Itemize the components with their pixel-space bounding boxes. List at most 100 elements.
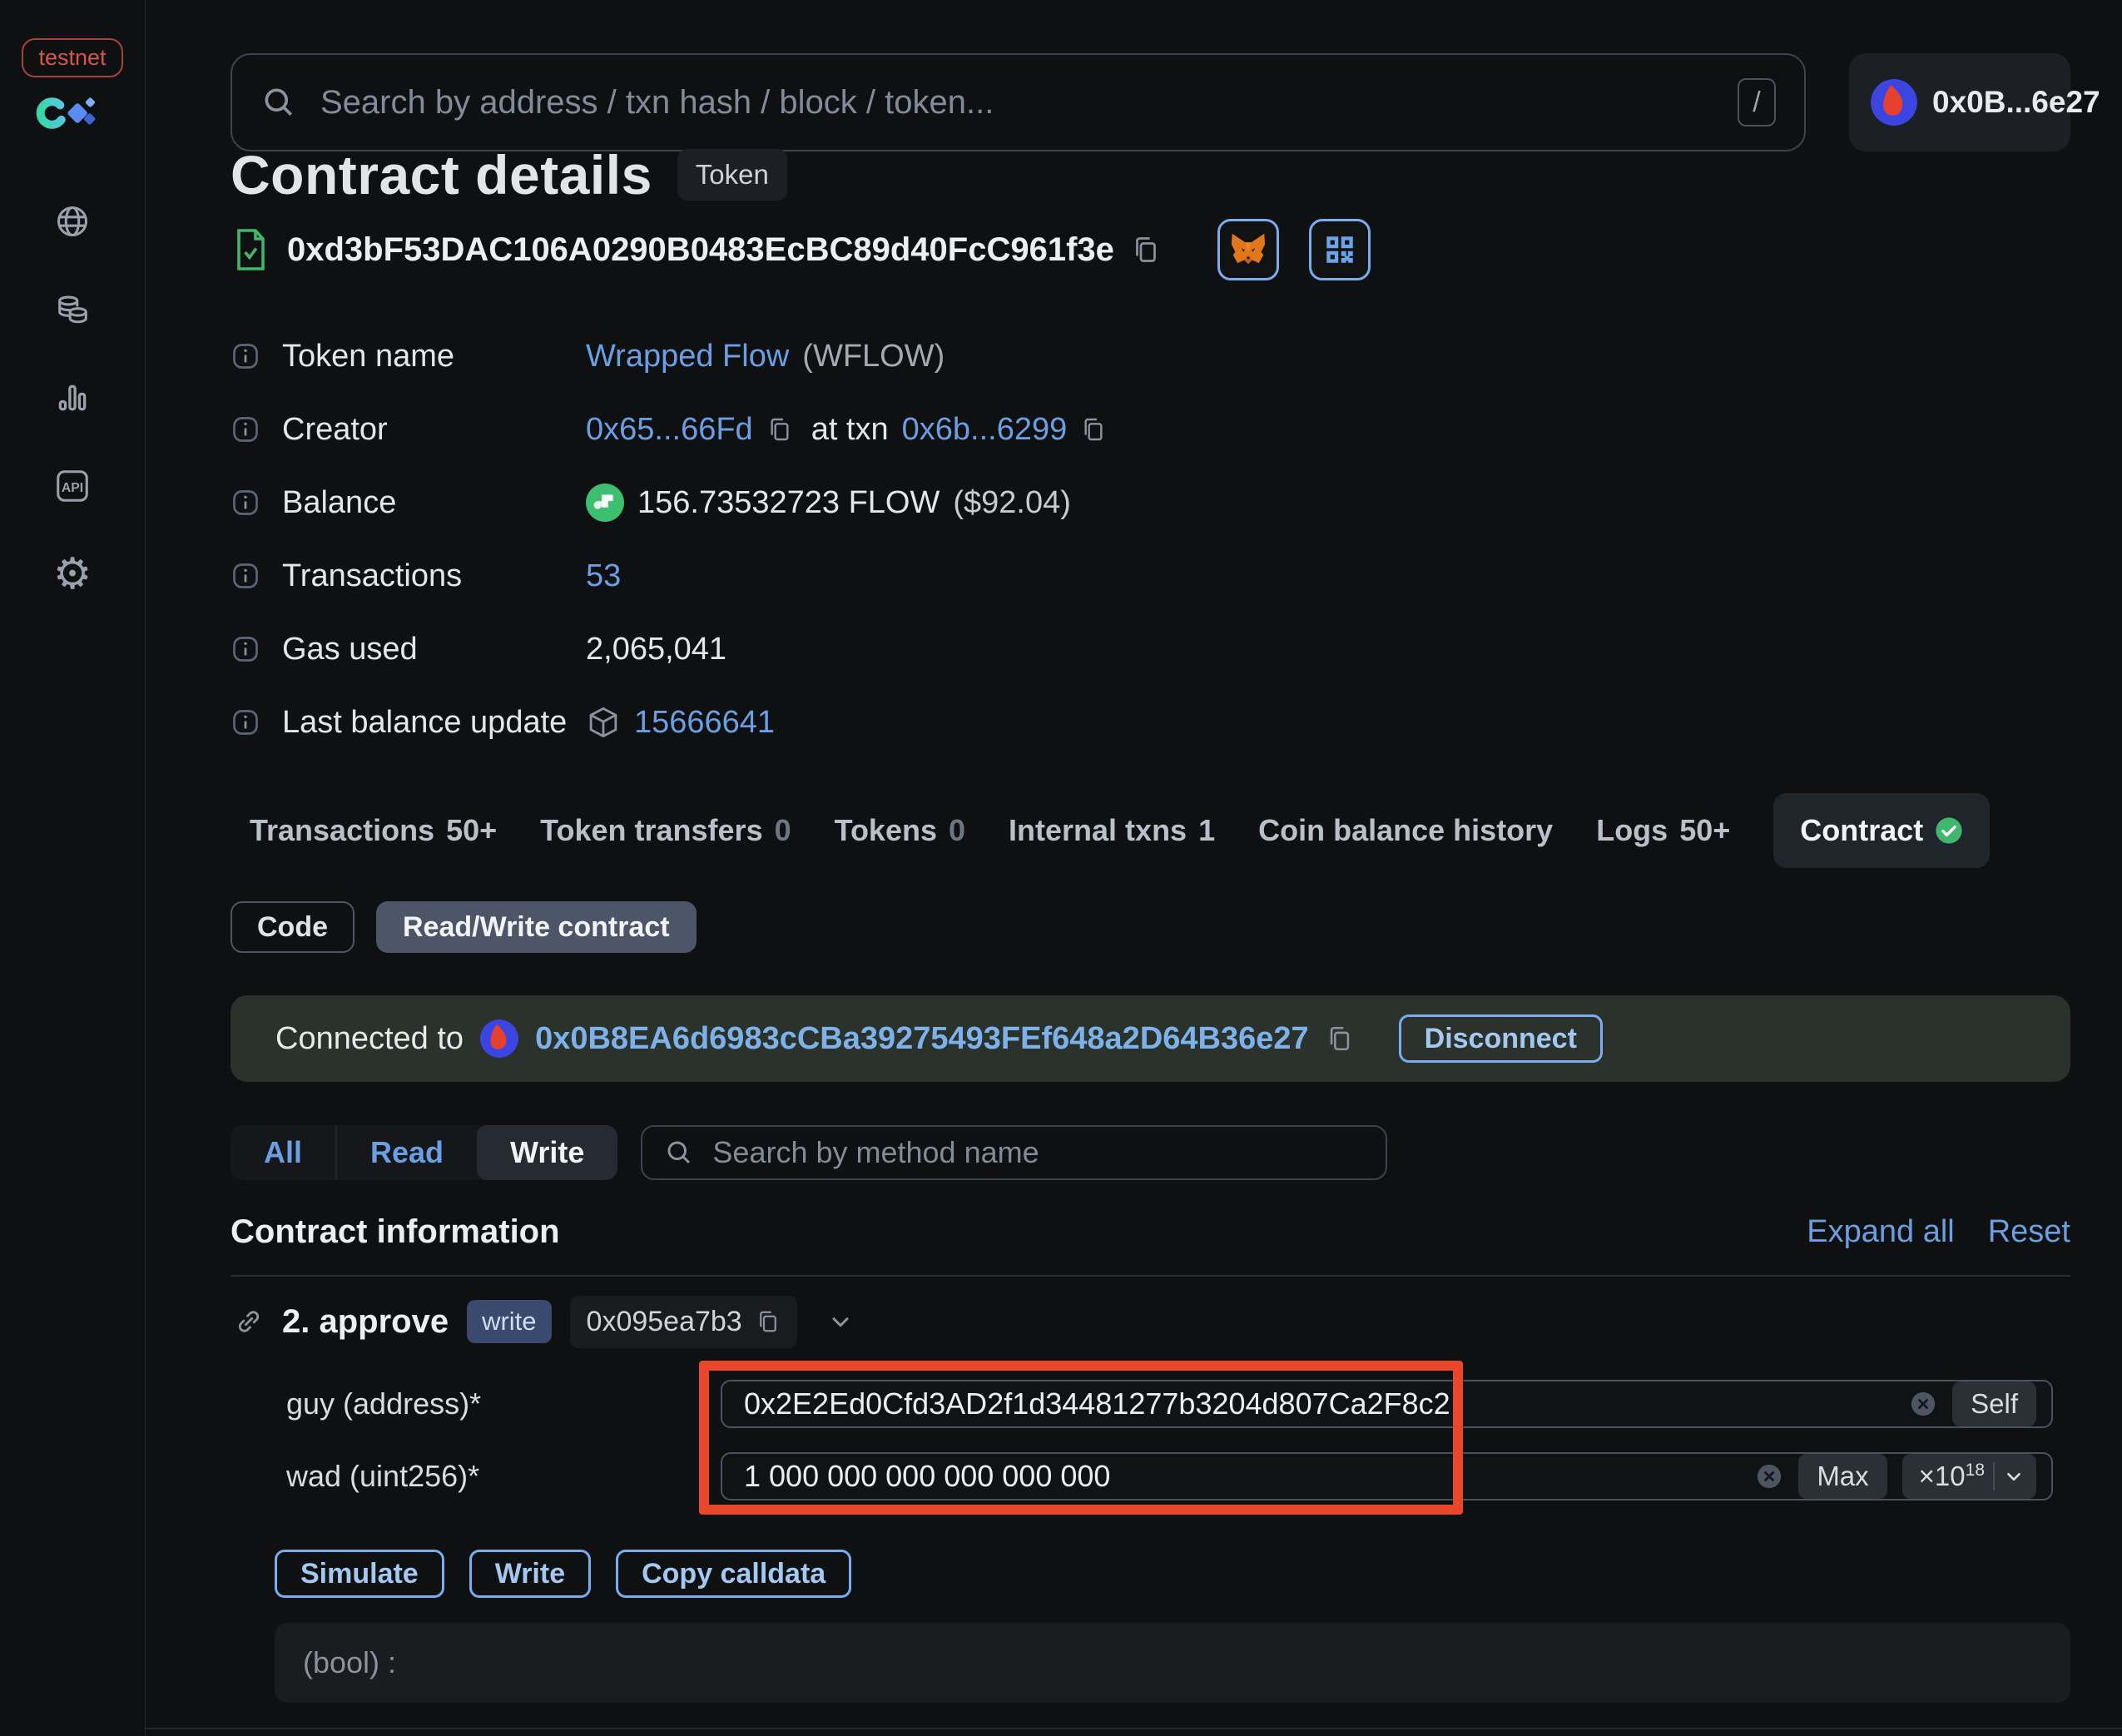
method-actions: Simulate Write Copy calldata	[275, 1550, 852, 1598]
add-to-metamask-button[interactable]	[1217, 219, 1279, 280]
tab-contract[interactable]: Contract	[1773, 793, 1991, 868]
page-header: Contract details Token	[231, 133, 787, 216]
method-search-input[interactable]	[711, 1134, 1365, 1171]
method-filter-segment: All Read Write	[231, 1125, 618, 1180]
api-icon[interactable]: API	[53, 467, 92, 505]
app-logo-icon[interactable]	[34, 94, 111, 132]
info-value-gas-used: 2,065,041	[586, 631, 727, 667]
info-icon	[231, 561, 260, 591]
contract-address-row: 0xd3bF53DAC106A0290B0483EcBC89d40FcC961f…	[231, 218, 1371, 281]
write-button[interactable]: Write	[469, 1550, 592, 1598]
connected-avatar	[480, 1019, 519, 1058]
creator-address-link[interactable]: 0x65...66Fd	[586, 412, 753, 448]
info-icon	[231, 707, 260, 737]
guy-address-input-wrap: Self	[721, 1380, 2053, 1428]
token-link[interactable]: Wrapped Flow	[586, 339, 789, 374]
creation-txn-link[interactable]: 0x6b...6299	[902, 412, 1068, 448]
info-icon	[231, 488, 260, 518]
method-type-badge: write	[467, 1300, 552, 1343]
search-input[interactable]	[319, 82, 1716, 122]
tab-internal-txns[interactable]: Internal txns 1	[1009, 813, 1215, 848]
wad-amount-input[interactable]	[742, 1458, 1741, 1495]
method-search[interactable]	[641, 1125, 1388, 1180]
code-tab-button[interactable]: Code	[231, 901, 354, 953]
copy-txn-icon[interactable]	[1080, 416, 1107, 443]
read-write-contract-tab-button[interactable]: Read/Write contract	[376, 901, 697, 953]
connected-address-link[interactable]: 0x0B8EA6d6983cCBa39275493FEf648a2D64B36e…	[535, 1021, 1309, 1057]
tab-tokens[interactable]: Tokens 0	[835, 813, 965, 848]
copy-selector-icon[interactable]	[756, 1309, 781, 1334]
tab-transactions[interactable]: Transactions 50+	[250, 813, 497, 848]
field-row-wad: wad (uint256)* Max ×1018	[231, 1452, 2070, 1500]
simulate-button[interactable]: Simulate	[275, 1550, 444, 1598]
method-selector-badge: 0x095ea7b3	[569, 1295, 797, 1348]
tab-token-transfers[interactable]: Token transfers 0	[540, 813, 791, 848]
info-label-gas-used: Gas used	[231, 632, 586, 667]
max-button[interactable]: Max	[1798, 1454, 1887, 1499]
methods-toolbar: All Read Write	[231, 1125, 1388, 1180]
info-value-token-name: Wrapped Flow (WFLOW)	[586, 339, 1107, 374]
anchor-link-icon[interactable]	[234, 1307, 264, 1337]
token-symbol: (WFLOW)	[802, 338, 945, 374]
network-globe-icon[interactable]	[53, 202, 92, 241]
gear-icon[interactable]: ⚙	[53, 553, 92, 596]
multiplier-dropdown[interactable]: ×1018	[1901, 1454, 2036, 1499]
page-title: Contract details	[231, 144, 652, 206]
tokens-icon[interactable]	[53, 290, 92, 329]
address-tabs: Transactions 50+ Token transfers 0 Tokens 0…	[250, 792, 1991, 869]
guy-address-input[interactable]	[742, 1386, 1895, 1422]
copy-connected-address-icon[interactable]	[1326, 1024, 1354, 1053]
filter-write[interactable]: Write	[477, 1125, 618, 1180]
field-label-wad: wad (uint256)*	[286, 1459, 480, 1493]
field-row-guy: guy (address)* Self	[231, 1380, 2070, 1428]
expand-all-link[interactable]: Expand all	[1807, 1214, 1954, 1250]
search-icon	[260, 84, 297, 121]
info-value-balance: 156.73532723 FLOW ($92.04)	[586, 484, 1107, 522]
chevron-down-icon[interactable]	[827, 1308, 854, 1335]
info-label-transactions: Transactions	[231, 558, 586, 594]
clear-input-icon[interactable]	[1755, 1462, 1783, 1490]
copy-creator-icon[interactable]	[766, 416, 793, 443]
section-title: Contract information	[231, 1213, 560, 1250]
info-label-creator: Creator	[231, 412, 586, 448]
wallet-button[interactable]: 0x0B...6e27	[1849, 53, 2100, 151]
filter-all[interactable]: All	[231, 1125, 338, 1180]
copy-address-icon[interactable]	[1131, 235, 1161, 265]
output-bool-label: (bool) :	[303, 1645, 397, 1679]
method-output-panel: (bool) :	[275, 1623, 2070, 1703]
info-value-last-balance-update: 15666641	[586, 705, 1107, 741]
wallet-address-short: 0x0B...6e27	[1932, 85, 2100, 119]
sidebar: testnet API ⚙	[0, 0, 146, 1736]
transactions-count-link[interactable]: 53	[586, 558, 621, 594]
tab-logs[interactable]: Logs 50+	[1596, 813, 1730, 848]
divider	[145, 1728, 2122, 1729]
block-number-link[interactable]: 15666641	[634, 705, 775, 741]
self-button[interactable]: Self	[1952, 1381, 2036, 1426]
stats-icon[interactable]	[53, 379, 92, 417]
info-icon	[231, 341, 260, 371]
flow-token-icon	[586, 484, 624, 522]
qr-code-button[interactable]	[1308, 219, 1371, 280]
method-approve-row[interactable]: 2. approve write 0x095ea7b3	[234, 1295, 854, 1348]
method-name: 2. approve	[282, 1302, 449, 1340]
connected-banner: Connected to 0x0B8EA6d6983cCBa39275493FE…	[231, 995, 2070, 1082]
verified-check-icon	[1935, 816, 1963, 845]
tab-coin-balance-history[interactable]: Coin balance history	[1258, 813, 1553, 848]
copy-calldata-button[interactable]: Copy calldata	[616, 1550, 852, 1598]
divider	[1993, 1462, 1995, 1490]
block-cube-icon	[586, 705, 621, 740]
reset-link[interactable]: Reset	[1988, 1214, 2070, 1250]
contract-information-header: Contract information Expand all Reset	[231, 1213, 2070, 1251]
disconnect-button[interactable]: Disconnect	[1398, 1014, 1603, 1063]
info-value-creator: 0x65...66Fd at txn 0x6b...6299	[586, 412, 1107, 448]
divider	[231, 1275, 2070, 1277]
clear-input-icon[interactable]	[1909, 1390, 1937, 1418]
svg-text:API: API	[62, 481, 83, 495]
info-label-last-balance-update: Last balance update	[231, 705, 586, 741]
filter-read[interactable]: Read	[337, 1125, 477, 1180]
contract-address: 0xd3bF53DAC106A0290B0483EcBC89d40FcC961f…	[287, 231, 1114, 268]
sidebar-nav: API ⚙	[53, 202, 92, 596]
info-label-balance: Balance	[231, 485, 586, 521]
contract-subtabs: Code Read/Write contract	[231, 901, 697, 953]
chevron-down-icon	[2003, 1466, 2025, 1487]
